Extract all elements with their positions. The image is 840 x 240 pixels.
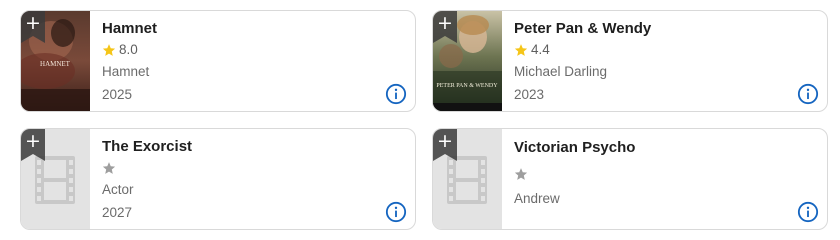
title-card-peter-pan-wendy[interactable]: PETER PAN & WENDY + Peter Pan & Wendy 4.…: [432, 10, 828, 112]
plus-icon: +: [437, 12, 453, 34]
rating: [514, 164, 827, 183]
character-name: Michael Darling: [514, 64, 608, 79]
add-to-watchlist-button[interactable]: +: [21, 11, 45, 43]
card-info: Peter Pan & Wendy 4.4 Michael Darling 20…: [502, 11, 827, 111]
star-icon: [102, 43, 116, 56]
add-to-watchlist-button[interactable]: +: [433, 11, 457, 43]
poster-image[interactable]: PETER PAN & WENDY +: [433, 11, 502, 111]
title-card-hamnet[interactable]: HAMNET + Hamnet 8.0 Hamnet 2025: [20, 10, 416, 112]
poster-image[interactable]: HAMNET +: [21, 11, 90, 111]
title-card-the-exorcist[interactable]: + The Exorcist Actor 2027: [20, 128, 416, 230]
rating-value: 4.4: [531, 42, 550, 57]
card-info: Hamnet 8.0 Hamnet 2025: [90, 11, 415, 111]
plus-icon: +: [25, 12, 41, 34]
rating: 8.0: [102, 40, 415, 59]
card-info: Victorian Psycho Andrew: [502, 129, 827, 229]
release-year: 2027: [102, 205, 133, 220]
rating: [102, 158, 415, 177]
add-to-watchlist-button[interactable]: +: [433, 129, 457, 161]
info-icon[interactable]: [385, 83, 407, 105]
plus-icon: +: [25, 130, 41, 152]
film-icon: [35, 156, 75, 204]
star-icon: [514, 43, 528, 56]
title-card-victorian-psycho[interactable]: + Victorian Psycho Andrew: [432, 128, 828, 230]
character-name: Andrew: [514, 191, 560, 206]
title-link[interactable]: The Exorcist: [102, 138, 415, 156]
character-name: Hamnet: [102, 64, 150, 79]
card-info: The Exorcist Actor 2027: [90, 129, 415, 229]
release-year: 2025: [102, 87, 133, 102]
film-icon: [447, 156, 487, 204]
poster-placeholder[interactable]: +: [21, 129, 90, 229]
poster-title-text: HAMNET: [40, 60, 71, 68]
info-icon[interactable]: [797, 201, 819, 223]
rating: 4.4: [514, 40, 827, 59]
poster-title-text: PETER PAN & WENDY: [436, 83, 498, 89]
title-link[interactable]: Hamnet: [102, 20, 415, 38]
info-icon[interactable]: [797, 83, 819, 105]
title-link[interactable]: Victorian Psycho: [514, 139, 827, 157]
star-icon: [102, 161, 116, 174]
plus-icon: +: [437, 130, 453, 152]
release-year: 2023: [514, 87, 545, 102]
add-to-watchlist-button[interactable]: +: [21, 129, 45, 161]
info-icon[interactable]: [385, 201, 407, 223]
character-name: Actor: [102, 182, 134, 197]
star-icon: [514, 167, 528, 180]
title-link[interactable]: Peter Pan & Wendy: [514, 20, 827, 38]
poster-placeholder[interactable]: +: [433, 129, 502, 229]
rating-value: 8.0: [119, 42, 138, 57]
